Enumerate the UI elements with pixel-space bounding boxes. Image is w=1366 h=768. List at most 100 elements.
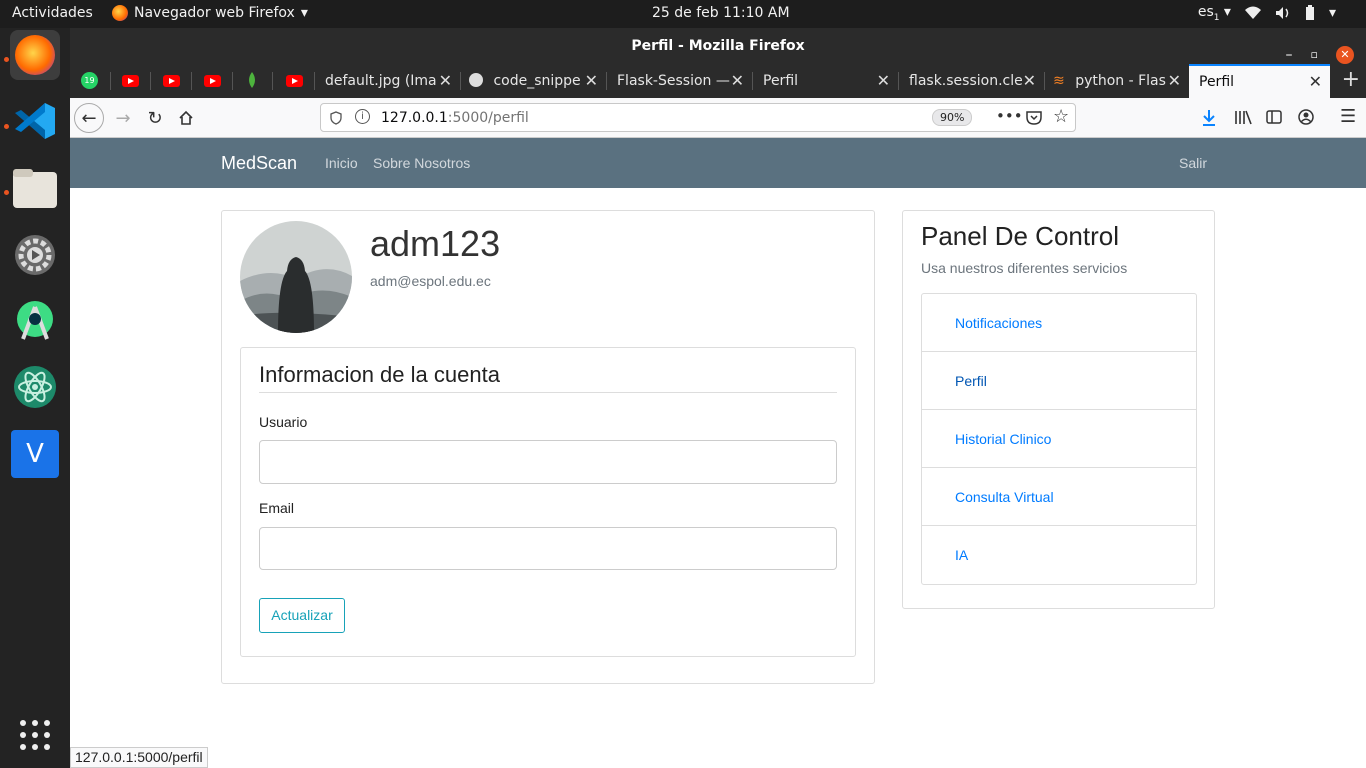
youtube-icon — [122, 75, 139, 87]
youtube-icon — [163, 75, 180, 87]
folder-icon — [13, 169, 57, 208]
show-applications-button[interactable] — [10, 710, 60, 760]
info-icon[interactable]: i — [355, 109, 370, 124]
firefox-icon — [112, 5, 128, 21]
username-field[interactable] — [259, 440, 837, 484]
panel-item-historial-clinico[interactable]: Historial Clinico — [922, 410, 1196, 468]
wifi-icon — [1244, 6, 1261, 20]
pinned-tab-whatsapp[interactable]: 19 — [81, 72, 99, 90]
tab-perfil-1[interactable]: Perfil ✕ — [753, 64, 898, 98]
nav-link-inicio[interactable]: Inicio — [325, 155, 358, 171]
sidebar-icon[interactable] — [1266, 110, 1282, 124]
dock-settings[interactable] — [10, 230, 60, 280]
dock-firefox[interactable] — [10, 30, 60, 80]
control-panel-list: Notificaciones Perfil Historial Clinico … — [921, 293, 1197, 585]
control-panel-card: Panel De Control Usa nuestros diferentes… — [902, 210, 1215, 609]
navigation-toolbar: ← → ↻ i 127.0.0.1:5000/perfil 90% ••• ☆ … — [70, 98, 1366, 138]
panel-item-perfil[interactable]: Perfil — [922, 352, 1196, 410]
tab-perfil-active[interactable]: Perfil ✕ — [1189, 64, 1330, 98]
library-icon[interactable] — [1234, 109, 1252, 125]
bookmark-star-icon[interactable]: ☆ — [1053, 106, 1069, 127]
panel-item-notificaciones[interactable]: Notificaciones — [922, 294, 1196, 352]
profile-email: adm@espol.edu.ec — [370, 273, 491, 289]
back-button[interactable]: ← — [74, 103, 104, 133]
close-tab-icon[interactable]: ✕ — [1168, 64, 1181, 98]
dock-atom[interactable] — [10, 362, 60, 412]
vscode-icon — [15, 103, 55, 139]
nav-link-sobre-nosotros[interactable]: Sobre Nosotros — [373, 155, 470, 171]
tab-flask-session[interactable]: Flask-Session — ✕ — [607, 64, 752, 98]
shield-icon[interactable] — [330, 111, 342, 125]
app-menu-label: Navegador web Firefox — [134, 5, 295, 21]
reload-button[interactable]: ↻ — [140, 103, 170, 133]
url-host: 127.0.0.1 — [381, 110, 448, 126]
pinned-tab-youtube-3[interactable] — [204, 72, 222, 90]
tab-label: Perfil — [1199, 74, 1235, 90]
window-titlebar: Perfil - Mozilla Firefox – ▫ ✕ — [70, 28, 1366, 64]
hamburger-menu-icon[interactable]: ☰ — [1340, 106, 1356, 127]
close-tab-icon[interactable]: ✕ — [439, 64, 452, 98]
youtube-icon — [286, 75, 303, 87]
pinned-tab-mongodb[interactable] — [247, 72, 265, 90]
tab-python-flask[interactable]: ≋ python - Flas ✕ — [1045, 64, 1189, 98]
close-tab-icon[interactable]: ✕ — [1309, 66, 1322, 98]
close-window-icon[interactable]: ✕ — [1336, 46, 1354, 64]
new-tab-button[interactable]: + — [1342, 67, 1360, 92]
keyboard-layout-sub: 1 — [1213, 12, 1220, 23]
dock-vscode[interactable] — [10, 96, 60, 146]
activities-button[interactable]: Actividades — [12, 5, 93, 21]
account-icon[interactable] — [1298, 109, 1314, 125]
pinned-tab-youtube-1[interactable] — [122, 72, 140, 90]
email-label: Email — [259, 500, 295, 516]
atom-icon — [14, 366, 56, 408]
close-tab-icon[interactable]: ✕ — [585, 64, 598, 98]
tab-code-snippet[interactable]: code_snippe ✕ — [461, 64, 606, 98]
download-icon[interactable] — [1201, 109, 1217, 127]
close-tab-icon[interactable]: ✕ — [877, 64, 890, 98]
tab-default-jpg[interactable]: default.jpg (Ima ✕ — [315, 64, 460, 98]
panel-item-ia[interactable]: IA — [922, 526, 1196, 584]
logout-link[interactable]: Salir — [1179, 155, 1207, 171]
tab-label: python - Flas — [1075, 73, 1166, 89]
zoom-level[interactable]: 90% — [932, 109, 973, 126]
username-label: Usuario — [259, 414, 308, 430]
tab-label: code_snippe — [493, 73, 581, 89]
avatar — [240, 221, 352, 333]
app-navbar: MedScan Inicio Sobre Nosotros Salir — [70, 138, 1366, 188]
panel-item-consulta-virtual[interactable]: Consulta Virtual — [922, 468, 1196, 526]
url-bar[interactable]: i 127.0.0.1:5000/perfil 90% ••• ☆ — [320, 103, 1076, 132]
dock-files[interactable] — [10, 164, 60, 214]
page-actions-icon[interactable]: ••• — [996, 107, 1023, 125]
github-icon — [469, 73, 483, 87]
account-info-title: Informacion de la cuenta — [259, 362, 837, 393]
email-field[interactable] — [259, 527, 837, 570]
update-button[interactable]: Actualizar — [259, 598, 345, 633]
clock[interactable]: 25 de feb 11:10 AM — [652, 5, 790, 21]
control-panel-title: Panel De Control — [921, 221, 1119, 251]
brand-link[interactable]: MedScan — [221, 153, 297, 174]
tab-flask-session-clear[interactable]: flask.session.cle ✕ — [899, 64, 1044, 98]
tab-bar: 19 default.jpg (Ima ✕ code_snippe ✕ Flas… — [70, 64, 1366, 98]
keyboard-layout[interactable]: es1 ▾ — [1198, 4, 1231, 23]
pinned-tab-youtube-2[interactable] — [163, 72, 181, 90]
close-tab-icon[interactable]: ✕ — [731, 64, 744, 98]
pinned-tab-youtube-4[interactable] — [286, 72, 304, 90]
home-button[interactable] — [171, 103, 201, 133]
running-indicator — [4, 57, 9, 62]
close-tab-icon[interactable]: ✕ — [1023, 64, 1036, 98]
dock-android-studio[interactable] — [10, 296, 60, 346]
vnc-icon: V — [26, 439, 44, 469]
avatar-image — [240, 221, 352, 333]
whatsapp-icon: 19 — [81, 72, 98, 89]
home-icon — [179, 110, 193, 125]
url-text[interactable]: 127.0.0.1:5000/perfil — [381, 110, 529, 126]
pocket-icon[interactable] — [1026, 110, 1042, 125]
app-menu[interactable]: Navegador web Firefox ▾ — [112, 5, 308, 21]
control-panel-subtitle: Usa nuestros diferentes servicios — [921, 260, 1128, 276]
web-page: MedScan Inicio Sobre Nosotros Salir adm1… — [70, 138, 1366, 768]
dock-vnc[interactable]: V — [11, 430, 59, 478]
system-tray[interactable]: es1 ▾ ▾ — [1198, 4, 1336, 23]
grid-icon — [20, 720, 50, 750]
running-indicator — [4, 190, 9, 195]
forward-button[interactable]: → — [108, 103, 138, 133]
